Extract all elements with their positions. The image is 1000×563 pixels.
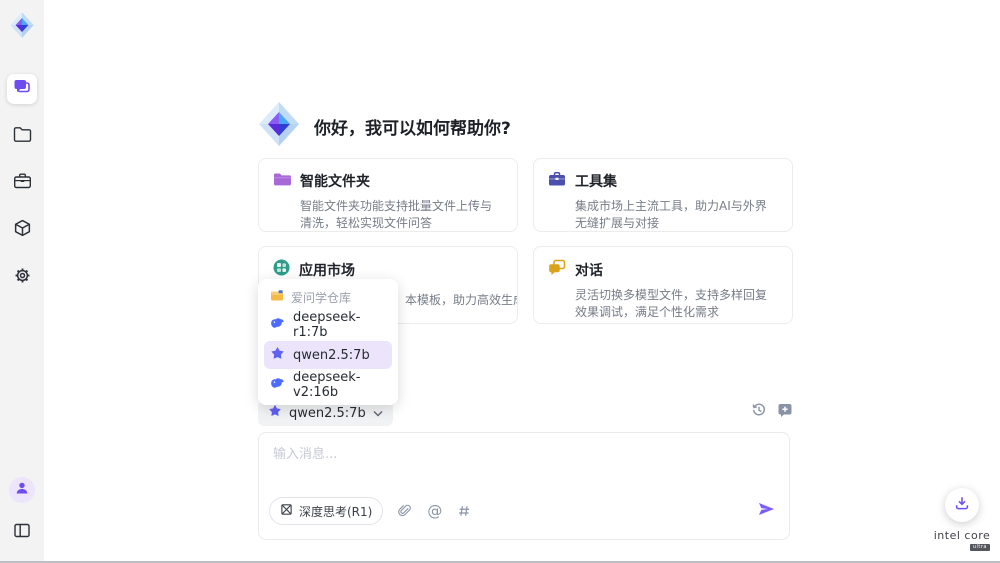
intel-brand-text: intel core bbox=[934, 529, 991, 542]
new-chat-icon[interactable] bbox=[777, 402, 793, 418]
hash-icon[interactable] bbox=[457, 504, 471, 518]
model-option-label: qwen2.5:7b bbox=[293, 348, 370, 363]
app-logo-icon[interactable] bbox=[7, 10, 37, 40]
card-desc: 灵活切换多模型文件，支持多样回复效果调试，满足个性化需求 bbox=[575, 287, 778, 321]
sidebar-item-models[interactable] bbox=[7, 215, 37, 245]
app-grid-teal-icon bbox=[273, 259, 290, 280]
deep-think-icon bbox=[280, 503, 293, 519]
deep-think-toggle[interactable]: 深度思考(R1) bbox=[269, 497, 383, 525]
attachment-icon[interactable] bbox=[398, 503, 412, 519]
folder-purple-icon bbox=[273, 172, 291, 191]
greeting-row: 你好，我可以如何帮助你? bbox=[255, 100, 511, 152]
input-toolbar: 深度思考(R1) @ bbox=[269, 497, 471, 525]
gear-icon bbox=[13, 266, 32, 289]
deepseek-whale-icon bbox=[270, 376, 285, 394]
greeting-text: 你好，我可以如何帮助你? bbox=[314, 114, 511, 139]
user-profile-button[interactable] bbox=[9, 477, 35, 503]
deep-think-label: 深度思考(R1) bbox=[299, 503, 372, 520]
collapse-panel-button[interactable] bbox=[7, 517, 37, 547]
card-toolset[interactable]: 工具集 集成市场上主流工具，助力AI与外界无缝扩展与对接 bbox=[533, 158, 793, 232]
briefcase-indigo-icon bbox=[548, 171, 566, 191]
user-icon bbox=[14, 480, 30, 500]
intel-ultra-badge: ultra bbox=[970, 544, 990, 551]
sidebar-item-settings[interactable] bbox=[7, 262, 37, 292]
chevron-down-icon bbox=[373, 406, 383, 421]
mention-icon[interactable]: @ bbox=[427, 504, 442, 519]
model-dropdown: 爱问学仓库 deepseek-r1:7b bbox=[258, 279, 398, 405]
download-button[interactable] bbox=[945, 488, 979, 522]
intel-core-badge: intel core ultra bbox=[930, 524, 994, 551]
sidebar-bottom bbox=[7, 477, 37, 547]
selected-model-label: qwen2.5:7b bbox=[289, 406, 366, 421]
card-desc: 集成市场上主流工具，助力AI与外界无缝扩展与对接 bbox=[575, 198, 778, 232]
assistant-logo-icon bbox=[255, 100, 303, 152]
card-dialogue[interactable]: 对话 灵活切换多模型文件，支持多样回复效果调试，满足个性化需求 bbox=[533, 246, 793, 324]
card-smart-folder[interactable]: 智能文件夹 智能文件夹功能支持批量文件上传与清洗，轻松实现文件问答 bbox=[258, 158, 518, 232]
conversation-actions bbox=[751, 402, 793, 418]
model-option-qwen[interactable]: qwen2.5:7b bbox=[264, 341, 392, 369]
qwen-star-icon bbox=[268, 404, 282, 422]
model-option-deepseek-v2[interactable]: deepseek-v2:16b bbox=[264, 371, 392, 399]
model-option-label: deepseek-r1:7b bbox=[293, 310, 386, 340]
sidebar bbox=[0, 0, 44, 561]
sidebar-item-chat[interactable] bbox=[7, 74, 37, 104]
sidebar-item-toolbox[interactable] bbox=[7, 168, 37, 198]
card-title: 应用市场 bbox=[299, 260, 355, 280]
card-desc-fragment: 本模板，助力高效生成多 bbox=[405, 291, 518, 308]
panel-icon bbox=[13, 522, 31, 543]
model-option-label: deepseek-v2:16b bbox=[293, 370, 386, 400]
repository-label: 爱问学仓库 bbox=[291, 289, 351, 306]
chat-bubbles-yellow-icon bbox=[548, 259, 566, 280]
history-icon[interactable] bbox=[751, 402, 767, 418]
card-title: 工具集 bbox=[575, 171, 617, 191]
deepseek-whale-icon bbox=[270, 316, 285, 334]
repository-icon bbox=[270, 289, 284, 305]
briefcase-icon bbox=[13, 172, 32, 194]
download-icon bbox=[954, 495, 970, 515]
chat-bubble-icon bbox=[12, 77, 32, 101]
qwen-star-icon bbox=[270, 346, 285, 365]
card-title: 对话 bbox=[575, 260, 603, 280]
app-window: 你好，我可以如何帮助你? 智能文件夹 智能文件夹功能支持批量文件上传与清洗，轻松… bbox=[0, 0, 1000, 563]
model-dropdown-header: 爱问学仓库 bbox=[264, 285, 392, 309]
sidebar-nav bbox=[7, 74, 37, 309]
chat-input-panel: 输入消息... 深度思考(R1) @ bbox=[258, 432, 790, 540]
card-desc: 智能文件夹功能支持批量文件上传与清洗，轻松实现文件问答 bbox=[300, 198, 503, 232]
send-icon[interactable] bbox=[756, 499, 777, 523]
sidebar-item-folders[interactable] bbox=[7, 121, 37, 151]
model-option-deepseek-r1[interactable]: deepseek-r1:7b bbox=[264, 311, 392, 339]
message-input[interactable]: 输入消息... bbox=[273, 443, 753, 462]
folder-icon bbox=[13, 126, 32, 147]
cube-icon bbox=[13, 219, 32, 242]
card-title: 智能文件夹 bbox=[300, 171, 370, 191]
